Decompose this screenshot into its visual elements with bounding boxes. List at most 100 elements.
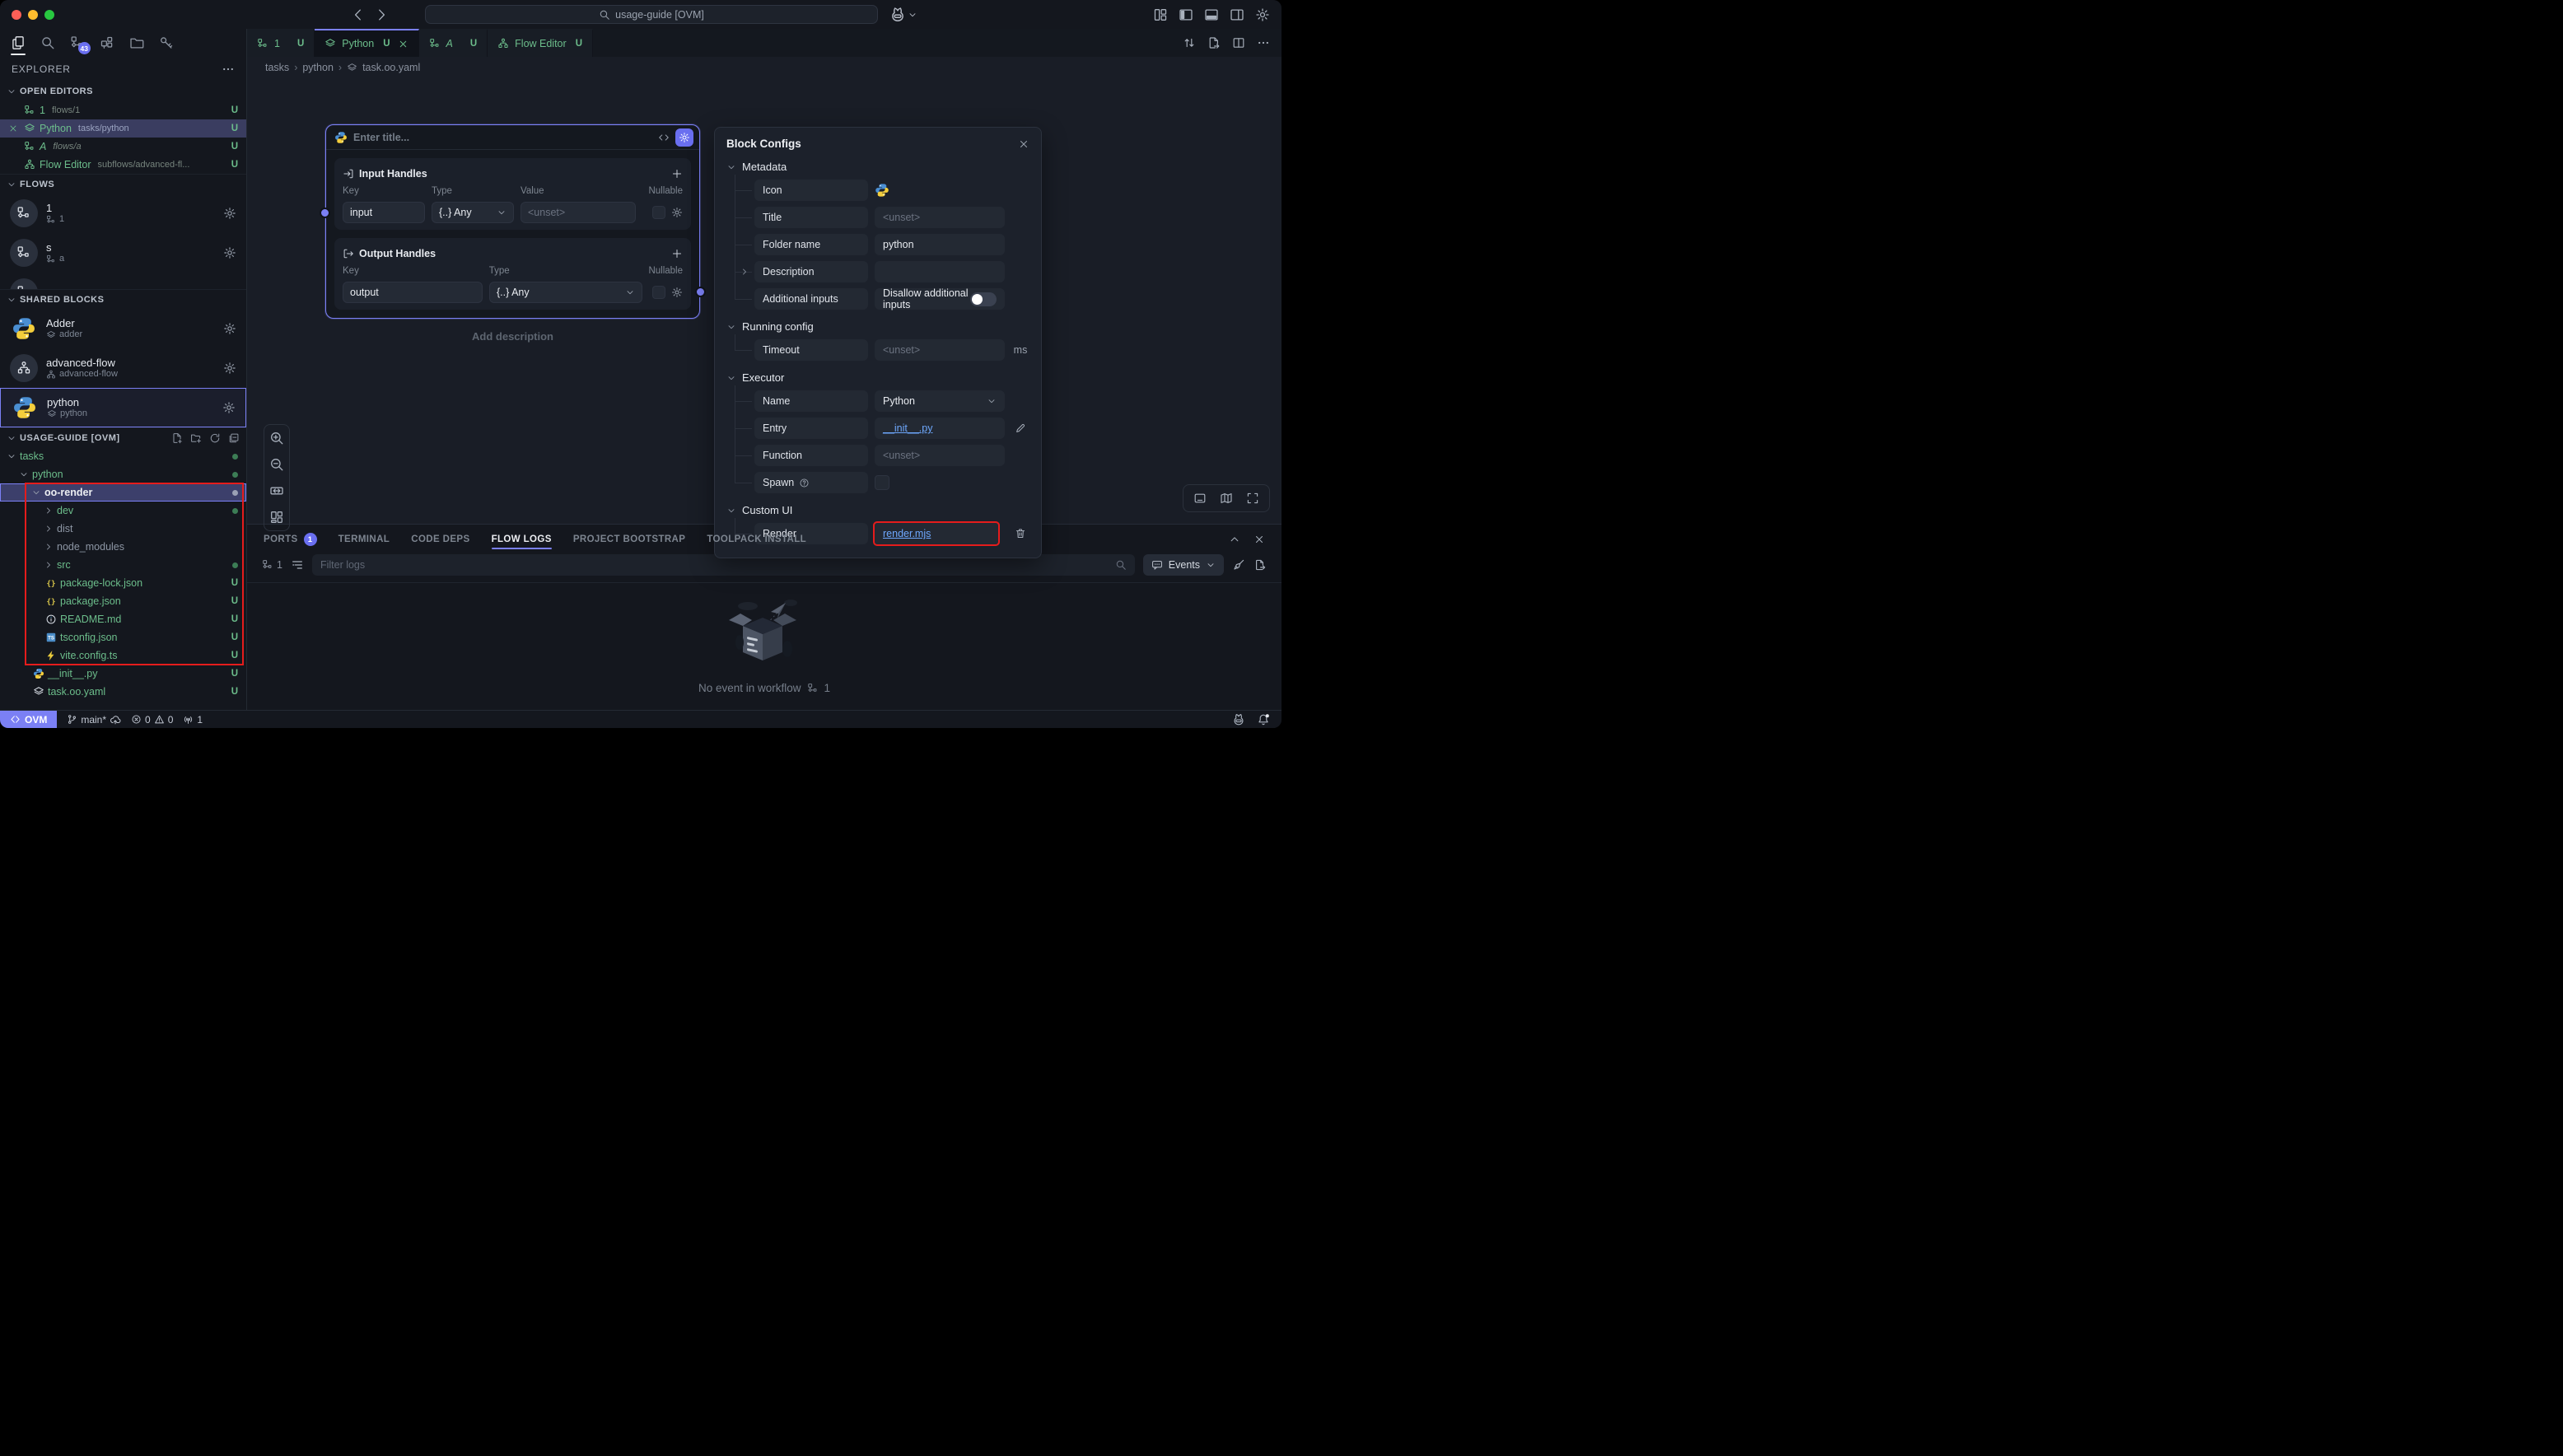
toggle-panel-button[interactable] — [1204, 7, 1219, 22]
custom-ui-section-header[interactable]: Custom UI — [726, 504, 1029, 516]
assistant-menu[interactable] — [889, 7, 917, 23]
tab-flow-editor[interactable]: Flow Editor U — [488, 29, 593, 57]
toggle-sidebar-button[interactable] — [1179, 7, 1193, 22]
ports-status[interactable]: 1 — [183, 714, 203, 726]
clear-logs-button[interactable] — [1232, 558, 1245, 572]
block-settings-button[interactable] — [223, 322, 236, 335]
output-nullable-checkbox[interactable] — [652, 286, 665, 299]
close-block-configs-button[interactable] — [1018, 138, 1029, 150]
workspace-section-header[interactable]: USAGE-GUIDE [OVM] — [0, 427, 246, 447]
input-handle-settings-button[interactable] — [671, 207, 683, 218]
activity-search[interactable] — [38, 30, 58, 55]
node-title-input[interactable]: Enter title... — [353, 132, 409, 143]
flow-scope-selector[interactable]: 1 — [262, 559, 282, 571]
new-folder-button[interactable] — [190, 432, 202, 444]
panel-tab-flow-logs[interactable]: FLOW LOGS — [492, 525, 552, 554]
zoom-out-button[interactable] — [269, 457, 284, 472]
activity-secrets[interactable] — [156, 30, 176, 55]
close-panel-button[interactable] — [1253, 534, 1265, 545]
collapse-folders-button[interactable] — [228, 432, 240, 444]
running-config-section-header[interactable]: Running config — [726, 320, 1029, 333]
tree-item-dist[interactable]: dist — [0, 520, 246, 538]
tree-item-dev[interactable]: dev — [0, 502, 246, 520]
delete-render-button[interactable] — [1015, 528, 1026, 539]
tree-item-oo-render[interactable]: oo-render — [0, 483, 246, 502]
flow-item-s[interactable]: s a — [0, 233, 246, 273]
toggle-secondary-sidebar-button[interactable] — [1230, 7, 1244, 22]
activity-flows[interactable]: 43 — [68, 30, 87, 55]
tree-item-node_modules[interactable]: node_modules — [0, 538, 246, 556]
activity-folder[interactable] — [127, 30, 147, 55]
tree-item-src[interactable]: src — [0, 556, 246, 574]
output-type-select[interactable]: {..} Any — [489, 282, 642, 303]
tree-item-vite.config.ts[interactable]: vite.config.tsU — [0, 646, 246, 665]
node-settings-button[interactable] — [675, 128, 693, 147]
description-value-field[interactable] — [875, 261, 1005, 282]
forward-button[interactable] — [374, 7, 389, 22]
panel-tab-project-bootstrap[interactable]: PROJECT BOOTSTRAP — [573, 525, 686, 554]
flow-item-1[interactable]: 1 1 — [0, 194, 246, 233]
customize-layout-button[interactable] — [1153, 7, 1168, 22]
render-value-link[interactable]: render.mjs — [875, 523, 998, 544]
open-editor-1[interactable]: 1 flows/1 U — [0, 101, 246, 119]
remote-indicator[interactable]: OVM — [0, 711, 57, 728]
maximize-panel-button[interactable] — [1229, 534, 1240, 545]
open-editors-header[interactable]: OPEN EDITORS — [0, 82, 246, 101]
panel-tab-code-deps[interactable]: CODE DEPS — [411, 525, 469, 554]
input-value-field[interactable]: <unset> — [521, 202, 636, 223]
fit-view-button[interactable] — [269, 483, 284, 498]
shared-blocks-header[interactable]: SHARED BLOCKS — [0, 289, 246, 309]
title-value-field[interactable]: <unset> — [875, 207, 1005, 228]
notifications-button[interactable] — [1257, 713, 1270, 726]
tree-item-__init__.py[interactable]: __init__.pyU — [0, 665, 246, 683]
open-editor-a[interactable]: A flows/a U — [0, 138, 246, 156]
problems-status[interactable]: 0 0 — [131, 714, 173, 726]
minimize-window-button[interactable] — [28, 10, 38, 20]
open-editor-python[interactable]: Python tasks/python U — [0, 119, 246, 138]
close-icon[interactable] — [7, 124, 20, 133]
node-output-port[interactable] — [695, 287, 706, 297]
zoom-in-button[interactable] — [269, 431, 284, 446]
flow-settings-button[interactable] — [223, 246, 236, 259]
flow-settings-button[interactable] — [223, 207, 236, 220]
tree-item-package.json[interactable]: {}package.jsonU — [0, 592, 246, 610]
python-block-node[interactable]: Enter title... Input Handles — [325, 124, 700, 319]
tree-item-task.oo.yaml[interactable]: task.oo.yamlU — [0, 683, 246, 701]
shared-block-advanced-flow[interactable]: advanced-flow advanced-flow — [0, 348, 246, 388]
block-settings-button[interactable] — [223, 362, 236, 375]
open-editor-flow-editor[interactable]: Flow Editor subflows/advanced-fl... U — [0, 156, 246, 174]
input-key-field[interactable]: input — [343, 202, 425, 223]
filter-logs-input[interactable] — [320, 559, 1109, 571]
breadcrumb[interactable]: tasks› python› task.oo.yaml — [247, 57, 1282, 78]
editor-more-button[interactable] — [1257, 36, 1270, 49]
shared-block-adder[interactable]: Adder adder — [0, 309, 246, 348]
edit-entry-button[interactable] — [1015, 422, 1026, 434]
tree-item-README.md[interactable]: README.mdU — [0, 610, 246, 628]
tree-item-package-lock.json[interactable]: {}package-lock.jsonU — [0, 574, 246, 592]
input-type-select[interactable]: {..} Any — [432, 202, 514, 223]
command-center-search[interactable]: usage-guide [OVM] — [425, 5, 878, 24]
export-logs-button[interactable] — [1253, 558, 1267, 572]
explorer-more-button[interactable] — [222, 63, 235, 76]
log-view-mode-button[interactable] — [291, 558, 304, 572]
executor-section-header[interactable]: Executor — [726, 371, 1029, 384]
refresh-explorer-button[interactable] — [209, 432, 221, 444]
tab-a[interactable]: A U — [419, 29, 488, 57]
output-handle-settings-button[interactable] — [671, 287, 683, 298]
metadata-section-header[interactable]: Metadata — [726, 161, 1029, 173]
node-input-port[interactable] — [320, 208, 330, 218]
tab-python[interactable]: Python U — [315, 29, 418, 57]
back-button[interactable] — [351, 7, 366, 22]
split-editor-button[interactable] — [1232, 36, 1245, 49]
folder-value-field[interactable]: python — [875, 234, 1005, 255]
auto-layout-button[interactable] — [269, 510, 284, 525]
input-nullable-checkbox[interactable] — [652, 206, 665, 219]
close-window-button[interactable] — [12, 10, 21, 20]
panel-tab-toolpack-install[interactable]: TOOLPACK INSTALL — [707, 525, 806, 554]
compare-changes-button[interactable] — [1183, 36, 1196, 49]
tree-item-tasks[interactable]: tasks — [0, 447, 246, 465]
tree-item-tsconfig.json[interactable]: TStsconfig.jsonU — [0, 628, 246, 646]
add-description-button[interactable]: Add description — [325, 330, 700, 343]
maximize-window-button[interactable] — [44, 10, 54, 20]
chevron-right-icon[interactable] — [740, 267, 749, 277]
